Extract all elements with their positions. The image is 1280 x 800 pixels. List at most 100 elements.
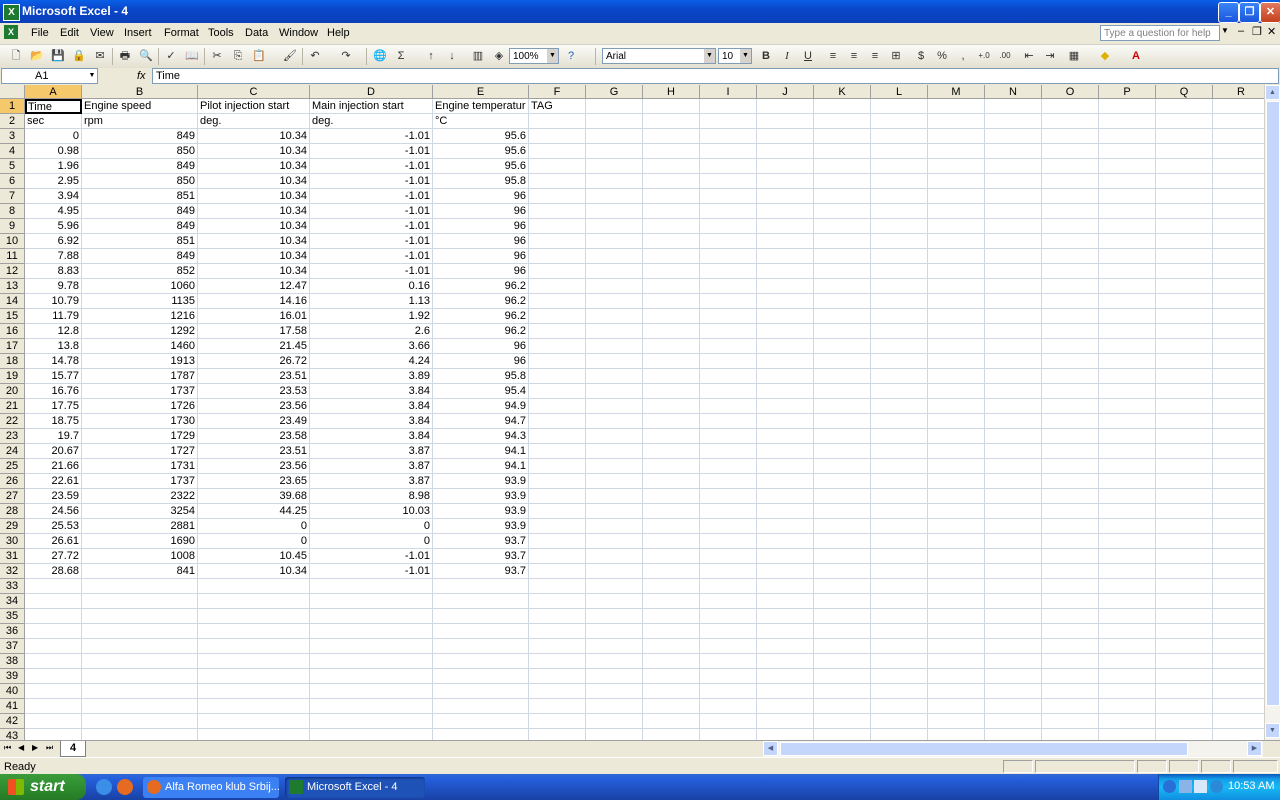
cell[interactable]: Pilot injection start [198,99,310,114]
cell[interactable] [586,429,643,444]
cell[interactable] [871,144,928,159]
cell[interactable]: 96.2 [433,309,529,324]
cell[interactable] [1156,729,1213,740]
cell[interactable]: Engine temperatur [433,99,529,114]
cell[interactable] [757,249,814,264]
cell[interactable] [928,354,985,369]
cell[interactable] [928,579,985,594]
cell[interactable] [643,114,700,129]
cell[interactable] [529,174,586,189]
cell[interactable] [643,489,700,504]
cell[interactable] [871,414,928,429]
open-icon[interactable]: 📂 [29,48,45,64]
cell[interactable] [985,384,1042,399]
cell[interactable] [25,684,82,699]
cell[interactable] [814,414,871,429]
cell[interactable] [928,534,985,549]
cell[interactable] [871,489,928,504]
cell[interactable]: 1060 [82,279,198,294]
cell[interactable] [871,174,928,189]
cell[interactable]: 7.88 [25,249,82,264]
cell[interactable] [814,579,871,594]
cell[interactable]: 93.7 [433,534,529,549]
cell[interactable] [1042,99,1099,114]
row-header[interactable]: 35 [0,609,25,624]
cell[interactable] [928,654,985,669]
cell[interactable] [1099,564,1156,579]
cell[interactable]: 1216 [82,309,198,324]
cell[interactable] [529,219,586,234]
cell[interactable] [1099,279,1156,294]
cell[interactable]: 96 [433,354,529,369]
cell[interactable] [985,459,1042,474]
cell[interactable] [757,654,814,669]
cell[interactable]: 0.16 [310,279,433,294]
cell[interactable]: 44.25 [198,504,310,519]
cell[interactable] [1042,219,1099,234]
cell[interactable] [814,219,871,234]
cell[interactable] [529,339,586,354]
cell[interactable] [529,324,586,339]
cell[interactable] [1213,234,1264,249]
percent-button[interactable]: % [934,48,950,64]
vertical-scroll-thumb[interactable] [1266,101,1280,706]
cell[interactable]: 3.87 [310,444,433,459]
cell[interactable] [1099,654,1156,669]
next-sheet-icon[interactable]: ▶ [32,743,38,752]
cell[interactable] [871,249,928,264]
cell[interactable]: 28.68 [25,564,82,579]
cell[interactable] [1213,519,1264,534]
cell[interactable]: 23.56 [198,399,310,414]
cell[interactable] [82,714,198,729]
row-header[interactable]: 7 [0,189,25,204]
cell[interactable] [1042,159,1099,174]
cell[interactable]: 94.1 [433,459,529,474]
cell[interactable] [1042,594,1099,609]
cell[interactable] [1213,444,1264,459]
cell[interactable] [1213,189,1264,204]
row-header[interactable]: 12 [0,264,25,279]
cell[interactable] [586,549,643,564]
cell[interactable] [814,429,871,444]
drawing-icon[interactable]: ◈ [491,48,507,64]
cell[interactable] [310,609,433,624]
cell[interactable]: sec [25,114,82,129]
cell[interactable] [814,519,871,534]
cell[interactable] [198,624,310,639]
cell[interactable] [814,159,871,174]
cell[interactable] [757,729,814,740]
cell[interactable] [757,159,814,174]
bluetooth-icon[interactable] [1210,780,1223,793]
cell[interactable] [1213,639,1264,654]
cell[interactable] [757,234,814,249]
cell[interactable]: 95.8 [433,174,529,189]
row-header[interactable]: 6 [0,174,25,189]
cell[interactable] [586,474,643,489]
cell[interactable] [985,579,1042,594]
cell[interactable] [529,399,586,414]
cell[interactable] [871,399,928,414]
cell[interactable] [25,594,82,609]
cell[interactable] [700,204,757,219]
cell[interactable] [643,129,700,144]
cell[interactable] [586,99,643,114]
cell[interactable] [1213,429,1264,444]
cell[interactable]: 10.34 [198,264,310,279]
cell[interactable] [643,354,700,369]
cell[interactable] [928,429,985,444]
cell[interactable] [700,699,757,714]
cell[interactable] [529,684,586,699]
cell[interactable] [1156,189,1213,204]
column-header[interactable]: I [700,85,757,99]
cell[interactable] [586,564,643,579]
cell[interactable] [1042,474,1099,489]
cell[interactable] [700,189,757,204]
cell[interactable] [871,594,928,609]
align-left-icon[interactable]: ≡ [825,48,841,64]
cell[interactable] [1099,369,1156,384]
cell[interactable]: 1731 [82,459,198,474]
cell[interactable] [1213,264,1264,279]
last-sheet-icon[interactable]: ⏭ [46,743,53,753]
cell[interactable] [871,639,928,654]
cell[interactable] [82,579,198,594]
